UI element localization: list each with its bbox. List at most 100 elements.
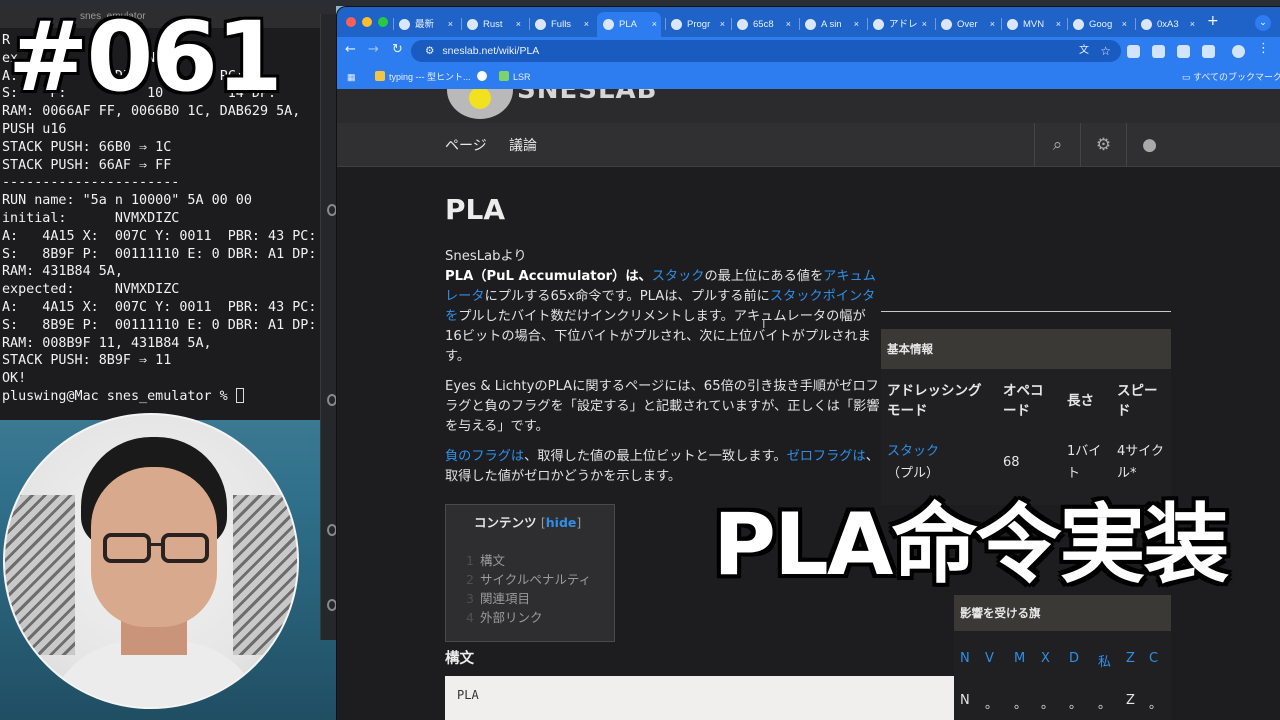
address-bar[interactable]: ⚙ sneslab.net/wiki/PLA 文 ☆ [411,40,1121,62]
flag-name-link[interactable]: M [1014,651,1025,666]
close-tab-icon[interactable]: × [854,12,859,37]
flag-value: 。 [1149,697,1163,712]
terminal-line: A: 4A15 X: 007C Y: 0011 PBR: 43 PC: [2,299,317,315]
web-page: SNESLAB ページ 議論 ⌕ ⚙ ● PLA SnesLabより PLA（P… [337,89,1280,720]
bookmark-github[interactable] [477,65,491,89]
new-tab-button[interactable]: + [1207,13,1219,29]
user-icon[interactable]: ● [1126,123,1172,167]
stack-link[interactable]: スタック [652,269,705,284]
extension-icon[interactable] [1127,45,1140,58]
close-tab-icon[interactable]: × [584,12,589,37]
stack-mode-link[interactable]: スタック [887,444,939,459]
flag-name-link[interactable]: Z [1126,651,1135,666]
bookmark-lsr[interactable]: LSR [499,65,531,89]
back-button[interactable]: ← [345,42,356,57]
gear-icon[interactable]: ⚙ [1080,123,1126,167]
close-tab-icon[interactable]: × [786,12,791,37]
sneslab-logo-icon[interactable] [447,89,513,119]
maximize-window-button[interactable] [378,17,388,27]
close-tab-icon[interactable]: × [720,12,725,37]
translate-icon[interactable]: 文 [1079,40,1089,62]
infobox: 基本情報 アドレッシングモード オペコード 長さ スピード スタック（プル） 6… [881,311,1171,505]
bookmark-star-icon[interactable]: ☆ [1100,40,1111,62]
browser-tab[interactable]: PLA × [597,12,661,37]
puzzle-icon[interactable] [1202,45,1215,58]
tab-bar: 最新 × Rust × Fulls × PLA × Progr × 65c8 × A sin × アドレ × O… [337,7,1280,37]
search-icon[interactable]: ⌕ [1034,123,1080,167]
episode-number-overlay: #061 [6,0,285,114]
from-label: SnesLabより [445,249,527,264]
reload-button[interactable]: ↻ [392,42,403,57]
toc-hide-link[interactable]: hide [546,515,577,530]
flag-name-link[interactable]: X [1041,651,1050,666]
circle-icon [327,524,337,536]
close-tab-icon[interactable]: × [652,12,657,37]
flag-name-link[interactable]: N [960,651,970,666]
nav-page-tab[interactable]: ページ [445,135,487,155]
close-tab-icon[interactable]: × [1122,12,1127,37]
table-of-contents: コンテンツ [hide] 1 構文 2 サイクルペナルティ 3 関連項目 4 外部リンク [445,504,615,642]
browser-tab[interactable]: Rust × [461,12,525,37]
browser-tab[interactable]: Over × [935,12,999,37]
sneslab-icon [499,71,509,81]
extension-icon[interactable] [1152,45,1165,58]
toc-title: コンテンツ [474,515,537,530]
close-tab-icon[interactable]: × [1056,12,1061,37]
minimize-window-button[interactable] [362,17,372,27]
flag-name-link[interactable]: 私 [1098,651,1111,670]
negative-flag-link[interactable]: 負のフラグは [445,449,524,464]
terminal-line: RAM: 431B84 5A, [2,264,123,280]
toc-item[interactable]: 2 サイクルペナルティ [466,569,591,588]
page-title: PLA [445,193,506,226]
forward-button[interactable]: → [368,42,379,57]
close-tab-icon[interactable]: × [516,12,521,37]
chair-back [233,495,297,655]
flag-name-link[interactable]: C [1149,651,1158,666]
browser-tab[interactable]: 最新 × [393,12,457,37]
browser-tab[interactable]: A sin × [799,12,863,37]
terminal-line: STACK PUSH: 8B9F ⇒ 11 [2,353,172,369]
flag-name-link[interactable]: V [985,651,994,666]
flag-value: 。 [1098,697,1112,712]
browser-tab[interactable]: 65c8 × [731,12,795,37]
browser-tab[interactable]: Progr × [665,12,729,37]
browser-tab[interactable]: アドレ × [867,12,931,37]
browser-tab[interactable]: MVN × [1001,12,1065,37]
note-paragraph: Eyes & LichtyのPLAに関するページには、65倍の引き抜き手順がゼロ… [445,379,880,434]
flag-value: 。 [985,697,999,712]
infobox-cell: 68 [1003,455,1020,470]
all-bookmarks[interactable]: ▭ すべてのブックマーク [1182,65,1280,89]
terminal-line: ---------------------- [2,175,180,191]
close-tab-icon[interactable]: × [1190,12,1195,37]
close-tab-icon[interactable]: × [990,12,995,37]
flag-name-link[interactable]: D [1069,651,1079,666]
close-tab-icon[interactable]: × [922,12,927,37]
url-text: sneslab.net/wiki/PLA [442,45,540,57]
tab-search-button[interactable]: ⌄ [1255,15,1271,31]
toc-item[interactable]: 3 関連項目 [466,588,530,607]
close-window-button[interactable] [346,17,356,27]
extension-icon[interactable] [1177,45,1190,58]
bookmark-typing[interactable]: typing --- 型ヒント... [375,65,471,89]
browser-tab[interactable]: Fulls × [529,12,593,37]
github-icon [477,71,487,81]
glasses-icon [161,533,209,563]
webcam-overlay [3,413,299,709]
menu-icon[interactable]: ⋮ [1257,41,1270,56]
terminal-line: expected: NVMXDIZC [2,282,180,298]
infobox-cell: スタック（プル） [887,444,940,481]
site-logo-text[interactable]: SNESLAB [517,89,657,105]
site-info-icon[interactable]: ⚙ [425,45,434,57]
code-block: PLA [445,676,965,720]
close-tab-icon[interactable]: × [448,12,453,37]
zero-flag-link[interactable]: ゼロフラグは [787,449,866,464]
toc-item[interactable]: 1 構文 [466,550,505,569]
profile-icon[interactable] [1232,45,1245,58]
apps-icon[interactable]: ▦ [347,65,356,89]
browser-tab[interactable]: 0xA3 × [1135,12,1199,37]
github-icon [399,19,410,30]
browser-tab[interactable]: Goog × [1067,12,1131,37]
nav-discussion-tab[interactable]: 議論 [509,135,537,155]
toc-item[interactable]: 4 外部リンク [466,607,542,626]
background-window-strip [320,14,338,640]
